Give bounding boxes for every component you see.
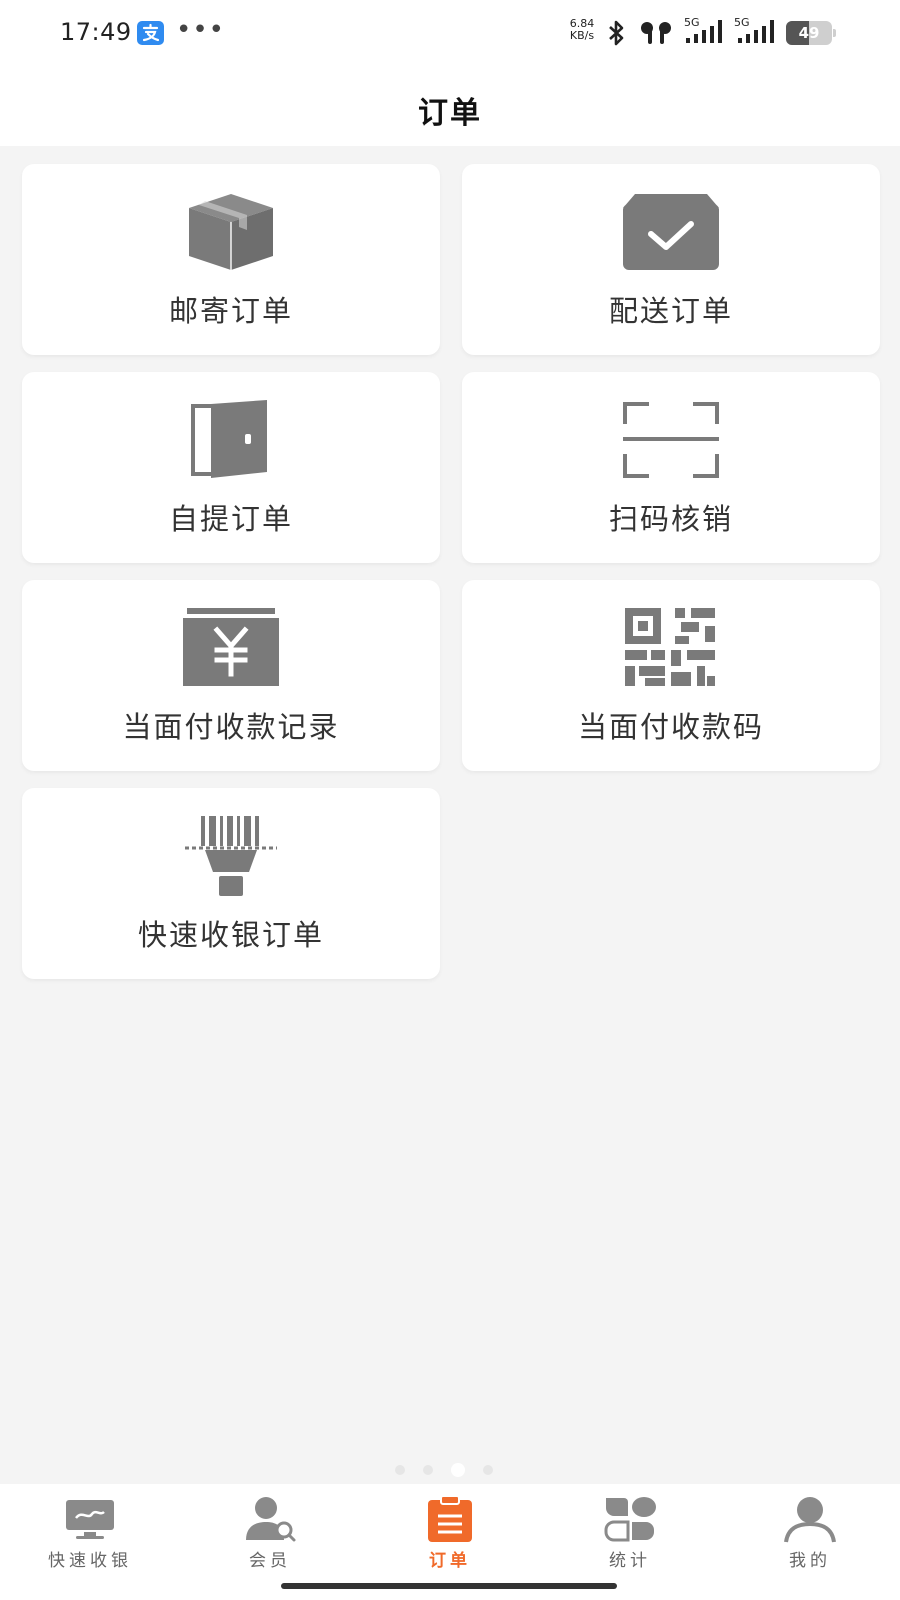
nav-label-member: 会员 — [249, 1551, 291, 1571]
f2f-payment-code-card[interactable]: 当面付收款码 — [462, 580, 880, 771]
more-dots-icon: ••• — [176, 15, 226, 45]
page-dot — [395, 1465, 405, 1475]
qr-code-icon — [621, 606, 721, 690]
nav-label-quick-checkout: 快速收银 — [48, 1551, 132, 1571]
mail-order-card[interactable]: 邮寄订单 — [22, 164, 440, 355]
delivery-order-card[interactable]: 配送订单 — [462, 164, 880, 355]
scan-verify-card[interactable]: 扫码核销 — [462, 372, 880, 563]
order-clipboard-icon — [422, 1494, 478, 1544]
delivery-check-box-icon — [621, 190, 721, 274]
bluetooth-icon — [609, 20, 624, 46]
barcode-scanner-icon — [181, 814, 281, 898]
nav-label-profile: 我的 — [789, 1551, 831, 1571]
f2f-payment-code-label: 当面付收款码 — [577, 710, 764, 744]
page-title: 订单 — [418, 96, 482, 131]
pickup-order-card[interactable]: 自提订单 — [22, 372, 440, 563]
battery-icon: 49 — [786, 21, 836, 45]
page-indicator — [395, 1461, 505, 1477]
page-dot-active — [451, 1463, 465, 1477]
signal-1-icon: 5G — [684, 16, 730, 46]
yuan-payment-icon — [181, 606, 281, 690]
quick-checkout-order-card[interactable]: 快速收银订单 — [22, 788, 440, 979]
quick-checkout-order-label: 快速收银订单 — [137, 918, 324, 952]
pickup-order-label: 自提订单 — [168, 502, 293, 536]
door-icon — [181, 398, 281, 482]
nav-label-statistics: 统计 — [609, 1551, 651, 1571]
scan-frame-icon — [621, 398, 721, 482]
monitor-icon — [62, 1494, 118, 1544]
header: 订单 — [0, 66, 900, 146]
nav-item-quick-checkout[interactable]: 快速收银 — [0, 1484, 180, 1600]
profile-icon — [782, 1494, 838, 1544]
home-indicator[interactable] — [281, 1583, 617, 1589]
nav-label-orders: 订单 — [429, 1551, 471, 1571]
page-dot — [423, 1465, 433, 1475]
f2f-payment-records-card[interactable]: 当面付收款记录 — [22, 580, 440, 771]
nav-item-profile[interactable]: 我的 — [720, 1484, 900, 1600]
net-speed: 6.84 KB/s — [564, 18, 600, 42]
battery-level: 49 — [798, 24, 820, 42]
alipay-icon — [137, 21, 164, 45]
status-time: 17:49 — [60, 18, 132, 46]
page-dot — [483, 1465, 493, 1475]
status-bar: 17:49 ••• 6.84 KB/s 5G 5G 49 — [0, 0, 900, 66]
statistics-icon — [602, 1494, 658, 1544]
signal-2-icon: 5G — [734, 16, 780, 46]
f2f-payment-records-label: 当面付收款记录 — [122, 710, 340, 744]
package-box-icon — [181, 190, 281, 274]
mail-order-label: 邮寄订单 — [168, 294, 293, 328]
earbuds-icon — [641, 22, 671, 44]
delivery-order-label: 配送订单 — [608, 294, 733, 328]
net-speed-unit: KB/s — [569, 29, 595, 42]
order-menu-grid: 邮寄订单 配送订单 自提订单 扫码核销 当面付收款记录 当面付收款码 快速收银订… — [22, 164, 880, 979]
member-icon — [242, 1494, 298, 1544]
scan-verify-label: 扫码核销 — [608, 502, 733, 536]
